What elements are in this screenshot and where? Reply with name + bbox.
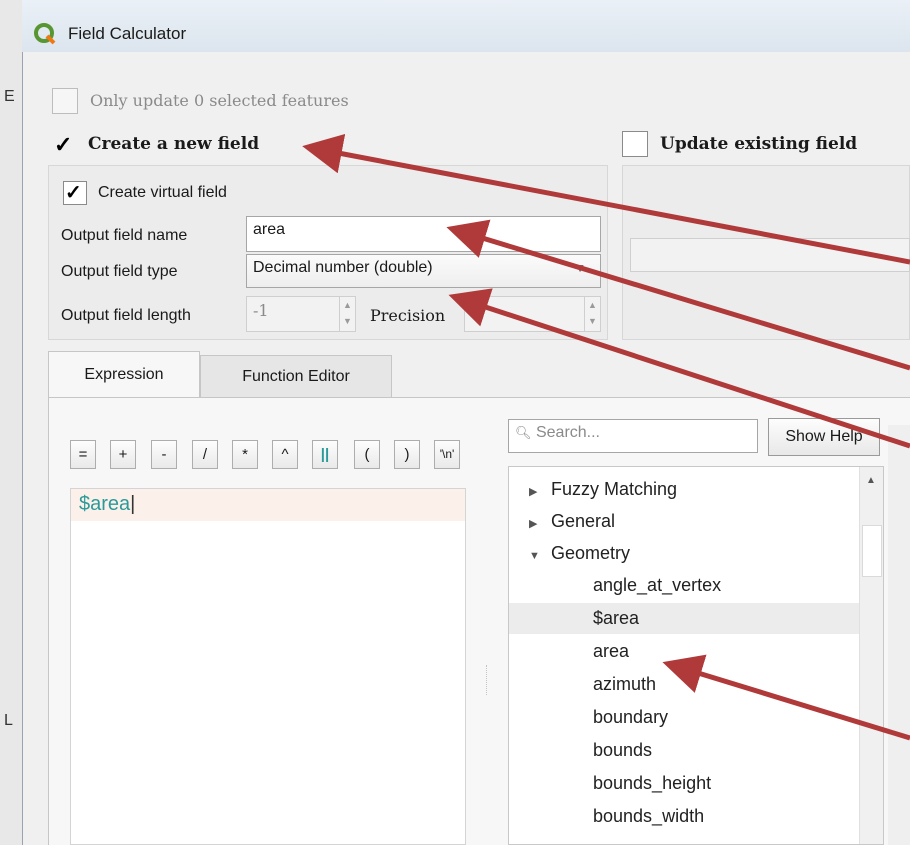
annotation-arrow <box>662 654 910 741</box>
annotation-arrows <box>302 133 910 741</box>
annotation-arrow <box>448 288 910 449</box>
annotation-arrow <box>302 133 910 265</box>
